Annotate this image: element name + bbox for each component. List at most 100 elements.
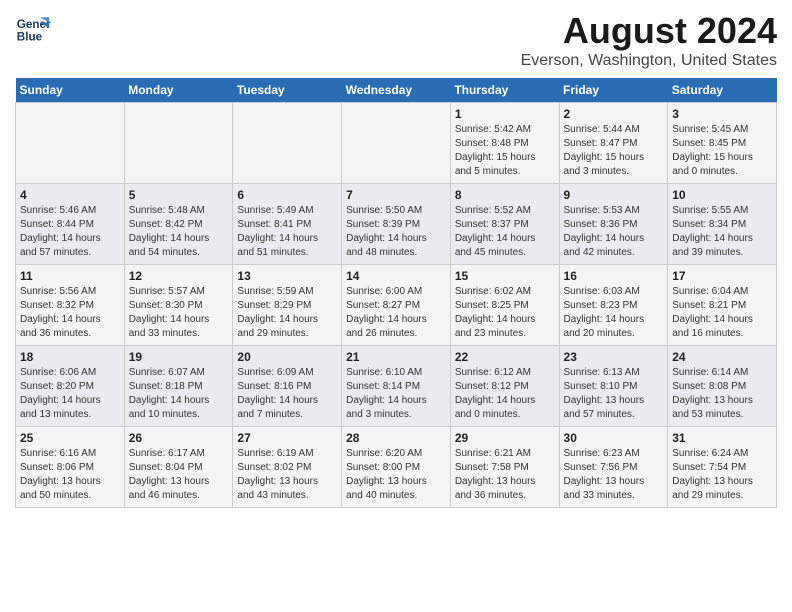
day-info: Sunrise: 6:24 AM Sunset: 7:54 PM Dayligh… — [672, 447, 772, 503]
calendar-cell: 25 Sunrise: 6:16 AM Sunset: 8:06 PM Dayli… — [16, 427, 125, 508]
header-monday: Monday — [124, 78, 233, 103]
day-info: Sunrise: 6:14 AM Sunset: 8:08 PM Dayligh… — [672, 366, 772, 422]
svg-text:Blue: Blue — [17, 31, 43, 44]
week-row-4: 18Sunrise: 6:06 AM Sunset: 8:20 PM Dayli… — [16, 346, 777, 427]
day-info: Sunrise: 6:02 AM Sunset: 8:25 PM Dayligh… — [455, 285, 555, 341]
logo: General Blue — [15, 10, 51, 46]
day-number: 17 — [672, 269, 772, 283]
day-info: Sunrise: 6:23 AM Sunset: 7:56 PM Dayligh… — [564, 447, 664, 503]
day-info: Sunrise: 6:20 AM Sunset: 8:00 PM Dayligh… — [346, 447, 446, 503]
day-number: 20 — [237, 350, 337, 364]
day-info: Sunrise: 6:04 AM Sunset: 8:21 PM Dayligh… — [672, 285, 772, 341]
day-number: 11 — [20, 269, 120, 283]
main-title: August 2024 — [521, 10, 777, 52]
calendar-cell — [124, 103, 233, 184]
calendar-cell: 3Sunrise: 5:45 AM Sunset: 8:45 PM Daylig… — [668, 103, 777, 184]
day-number: 25 — [20, 431, 120, 445]
calendar-cell: 18Sunrise: 6:06 AM Sunset: 8:20 PM Dayli… — [16, 346, 125, 427]
calendar-cell: 12 Sunrise: 5:57 AM Sunset: 8:30 PM Dayli… — [124, 265, 233, 346]
day-info: Sunrise: 6:19 AM Sunset: 8:02 PM Dayligh… — [237, 447, 337, 503]
calendar-table: SundayMondayTuesdayWednesdayThursdayFrid… — [15, 78, 777, 508]
day-info: Sunrise: 6:09 AM Sunset: 8:16 PM Dayligh… — [237, 366, 337, 422]
day-number: 15 — [455, 269, 555, 283]
header-friday: Friday — [559, 78, 668, 103]
day-info: Sunrise: 5:49 AM Sunset: 8:41 PM Dayligh… — [237, 204, 337, 260]
header-row: SundayMondayTuesdayWednesdayThursdayFrid… — [16, 78, 777, 103]
day-info: Sunrise: 5:56 AM Sunset: 8:32 PM Dayligh… — [20, 285, 120, 341]
day-number: 27 — [237, 431, 337, 445]
calendar-cell: 2Sunrise: 5:44 AM Sunset: 8:47 PM Daylig… — [559, 103, 668, 184]
day-number: 30 — [564, 431, 664, 445]
calendar-cell: 19Sunrise: 6:07 AM Sunset: 8:18 PM Dayli… — [124, 346, 233, 427]
day-info: Sunrise: 6:07 AM Sunset: 8:18 PM Dayligh… — [129, 366, 229, 422]
day-number: 29 — [455, 431, 555, 445]
day-info: Sunrise: 6:06 AM Sunset: 8:20 PM Dayligh… — [20, 366, 120, 422]
calendar-cell — [16, 103, 125, 184]
calendar-cell — [233, 103, 342, 184]
day-number: 14 — [346, 269, 446, 283]
day-info: Sunrise: 5:42 AM Sunset: 8:48 PM Dayligh… — [455, 123, 555, 179]
week-row-1: 1Sunrise: 5:42 AM Sunset: 8:48 PM Daylig… — [16, 103, 777, 184]
calendar-cell: 1Sunrise: 5:42 AM Sunset: 8:48 PM Daylig… — [450, 103, 559, 184]
day-info: Sunrise: 5:55 AM Sunset: 8:34 PM Dayligh… — [672, 204, 772, 260]
day-number: 2 — [564, 107, 664, 121]
day-number: 9 — [564, 188, 664, 202]
day-number: 4 — [20, 188, 120, 202]
calendar-cell: 16 Sunrise: 6:03 AM Sunset: 8:23 PM Dayli… — [559, 265, 668, 346]
day-info: Sunrise: 6:00 AM Sunset: 8:27 PM Dayligh… — [346, 285, 446, 341]
calendar-cell — [342, 103, 451, 184]
calendar-cell: 7 Sunrise: 5:50 AM Sunset: 8:39 PM Daylig… — [342, 184, 451, 265]
calendar-cell: 8 Sunrise: 5:52 AM Sunset: 8:37 PM Daylig… — [450, 184, 559, 265]
header-sunday: Sunday — [16, 78, 125, 103]
day-info: Sunrise: 6:03 AM Sunset: 8:23 PM Dayligh… — [564, 285, 664, 341]
day-info: Sunrise: 5:59 AM Sunset: 8:29 PM Dayligh… — [237, 285, 337, 341]
day-info: Sunrise: 6:21 AM Sunset: 7:58 PM Dayligh… — [455, 447, 555, 503]
subtitle: Everson, Washington, United States — [521, 52, 777, 70]
calendar-cell: 17 Sunrise: 6:04 AM Sunset: 8:21 PM Dayli… — [668, 265, 777, 346]
day-info: Sunrise: 5:57 AM Sunset: 8:30 PM Dayligh… — [129, 285, 229, 341]
calendar-cell: 22 Sunrise: 6:12 AM Sunset: 8:12 PM Dayli… — [450, 346, 559, 427]
calendar-cell: 30 Sunrise: 6:23 AM Sunset: 7:56 PM Dayli… — [559, 427, 668, 508]
header-thursday: Thursday — [450, 78, 559, 103]
day-number: 22 — [455, 350, 555, 364]
day-number: 3 — [672, 107, 772, 121]
day-info: Sunrise: 6:10 AM Sunset: 8:14 PM Dayligh… — [346, 366, 446, 422]
week-row-2: 4 Sunrise: 5:46 AM Sunset: 8:44 PM Daylig… — [16, 184, 777, 265]
day-number: 26 — [129, 431, 229, 445]
calendar-cell: 11 Sunrise: 5:56 AM Sunset: 8:32 PM Dayli… — [16, 265, 125, 346]
calendar-cell: 27 Sunrise: 6:19 AM Sunset: 8:02 PM Dayli… — [233, 427, 342, 508]
day-info: Sunrise: 5:46 AM Sunset: 8:44 PM Dayligh… — [20, 204, 120, 260]
calendar-cell: 28Sunrise: 6:20 AM Sunset: 8:00 PM Dayli… — [342, 427, 451, 508]
day-info: Sunrise: 6:16 AM Sunset: 8:06 PM Dayligh… — [20, 447, 120, 503]
header-tuesday: Tuesday — [233, 78, 342, 103]
day-number: 12 — [129, 269, 229, 283]
week-row-5: 25 Sunrise: 6:16 AM Sunset: 8:06 PM Dayli… — [16, 427, 777, 508]
calendar-cell: 23Sunrise: 6:13 AM Sunset: 8:10 PM Dayli… — [559, 346, 668, 427]
day-number: 21 — [346, 350, 446, 364]
day-info: Sunrise: 5:50 AM Sunset: 8:39 PM Dayligh… — [346, 204, 446, 260]
day-info: Sunrise: 5:52 AM Sunset: 8:37 PM Dayligh… — [455, 204, 555, 260]
calendar-cell: 5Sunrise: 5:48 AM Sunset: 8:42 PM Daylig… — [124, 184, 233, 265]
day-number: 5 — [129, 188, 229, 202]
day-number: 7 — [346, 188, 446, 202]
logo-icon: General Blue — [15, 10, 51, 46]
title-block: August 2024 Everson, Washington, United … — [521, 10, 777, 70]
day-number: 24 — [672, 350, 772, 364]
day-info: Sunrise: 6:17 AM Sunset: 8:04 PM Dayligh… — [129, 447, 229, 503]
calendar-cell: 29 Sunrise: 6:21 AM Sunset: 7:58 PM Dayli… — [450, 427, 559, 508]
header: General Blue August 2024 Everson, Washin… — [15, 10, 777, 70]
calendar-cell: 15 Sunrise: 6:02 AM Sunset: 8:25 PM Dayli… — [450, 265, 559, 346]
calendar-cell: 26 Sunrise: 6:17 AM Sunset: 8:04 PM Dayli… — [124, 427, 233, 508]
day-number: 31 — [672, 431, 772, 445]
day-number: 8 — [455, 188, 555, 202]
calendar-cell: 14 Sunrise: 6:00 AM Sunset: 8:27 PM Dayli… — [342, 265, 451, 346]
day-info: Sunrise: 6:12 AM Sunset: 8:12 PM Dayligh… — [455, 366, 555, 422]
calendar-cell: 4 Sunrise: 5:46 AM Sunset: 8:44 PM Daylig… — [16, 184, 125, 265]
calendar-cell: 13Sunrise: 5:59 AM Sunset: 8:29 PM Dayli… — [233, 265, 342, 346]
day-number: 23 — [564, 350, 664, 364]
day-number: 16 — [564, 269, 664, 283]
calendar-cell: 21 Sunrise: 6:10 AM Sunset: 8:14 PM Dayli… — [342, 346, 451, 427]
day-info: Sunrise: 5:53 AM Sunset: 8:36 PM Dayligh… — [564, 204, 664, 260]
calendar-cell: 6Sunrise: 5:49 AM Sunset: 8:41 PM Daylig… — [233, 184, 342, 265]
calendar-cell: 10Sunrise: 5:55 AM Sunset: 8:34 PM Dayli… — [668, 184, 777, 265]
